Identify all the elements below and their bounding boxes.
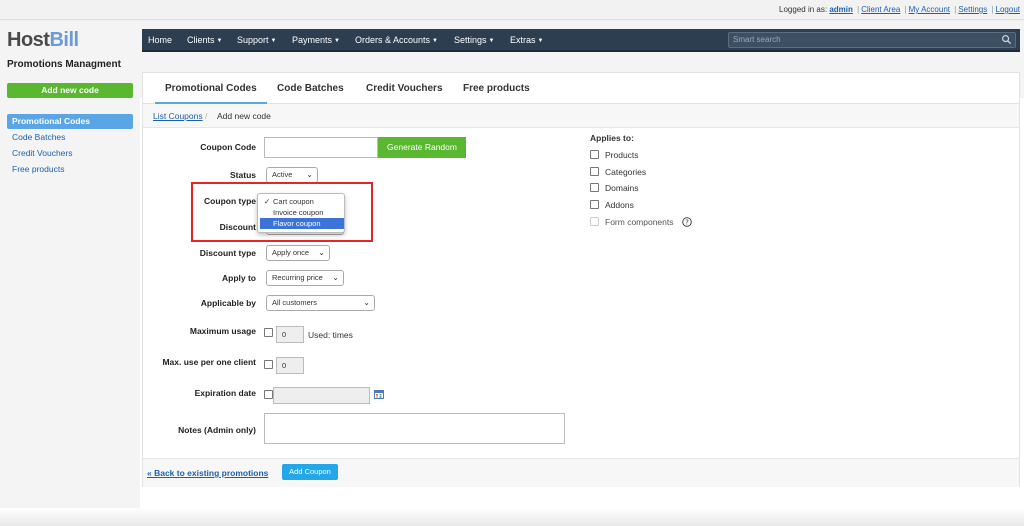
generate-random-button[interactable]: Generate Random — [378, 137, 466, 158]
applies-domains-checkbox[interactable] — [590, 183, 599, 192]
help-icon[interactable]: ? — [682, 217, 692, 227]
add-new-code-button[interactable]: Add new code — [7, 83, 133, 98]
expiration-date-checkbox[interactable] — [264, 390, 273, 399]
breadcrumb-list-coupons[interactable]: List Coupons — [153, 111, 203, 121]
form-footer: « Back to existing promotions Add Coupon — [143, 458, 1019, 487]
sidebar-item-code-batches[interactable]: Code Batches — [7, 130, 133, 145]
coupon-code-input[interactable] — [264, 137, 378, 158]
applies-form-components-checkbox[interactable] — [590, 217, 599, 226]
settings-link[interactable]: Settings — [958, 5, 987, 14]
nav-extras[interactable]: Extras ▼ — [510, 35, 543, 45]
magnifier-icon[interactable] — [1001, 34, 1012, 45]
chevron-down-icon: ⌄ — [318, 248, 325, 257]
logo[interactable]: HostBill — [7, 29, 79, 52]
sidebar: Add new code Promotional Codes Code Batc… — [0, 83, 140, 526]
applies-addons-checkbox[interactable] — [590, 200, 599, 209]
expiration-date-label: Expiration date — [194, 388, 256, 398]
caret-down-icon: ▼ — [488, 38, 495, 44]
nav-payments[interactable]: Payments ▼ — [292, 35, 340, 45]
calendar-icon[interactable] — [374, 389, 384, 399]
maximum-usage-label: Maximum usage — [189, 326, 256, 336]
client-area-link[interactable]: Client Area — [861, 5, 900, 14]
chevron-down-icon: ⌄ — [306, 170, 313, 179]
caret-down-icon: ▼ — [216, 38, 223, 44]
status-label: Status — [230, 170, 256, 180]
apply-to-select[interactable]: Recurring price ⌄ — [266, 270, 344, 286]
chevron-down-icon: ⌄ — [332, 273, 339, 282]
coupon-code-label: Coupon Code — [200, 142, 256, 152]
smart-search-input[interactable]: Smart search — [728, 32, 1016, 48]
page-title: Promotions Managment — [7, 59, 121, 70]
caret-down-icon: ▼ — [537, 38, 544, 44]
back-to-promotions-link[interactable]: « Back to existing promotions — [147, 468, 268, 478]
top-account-bar: Logged in as: admin | Client Area | My Acc… — [0, 0, 1024, 20]
max-per-client-checkbox[interactable] — [264, 360, 273, 369]
caret-down-icon: ▼ — [432, 38, 438, 44]
applies-products-checkbox[interactable] — [590, 150, 599, 159]
tab-free-products[interactable]: Free products — [453, 73, 540, 104]
nav-home[interactable]: Home — [148, 35, 172, 45]
nav-support[interactable]: Support ▼ — [237, 35, 276, 45]
add-coupon-button[interactable]: Add Coupon — [282, 464, 338, 480]
chevron-down-icon: ⌄ — [363, 298, 370, 307]
search-placeholder: Smart search — [733, 35, 781, 44]
svg-text:?: ? — [685, 219, 689, 227]
highlight-box — [191, 182, 373, 242]
applies-addons-label: Addons — [605, 200, 634, 210]
maximum-usage-input[interactable]: 0 — [276, 326, 304, 343]
used-times-text: Used: times — [308, 330, 353, 340]
sidebar-item-free-products[interactable]: Free products — [7, 162, 133, 177]
bottom-shade — [0, 508, 1024, 526]
tab-credit-vouchers[interactable]: Credit Vouchers — [356, 73, 453, 104]
max-per-client-input[interactable]: 0 — [276, 357, 304, 374]
discount-type-select[interactable]: Apply once ⌄ — [266, 245, 330, 261]
max-per-client-label: Max. use per one client — [162, 357, 256, 367]
tab-bar: Promotional Codes Code Batches Credit Vo… — [143, 73, 1019, 104]
status-select[interactable]: Active ⌄ — [266, 167, 318, 183]
applies-categories-label: Categories — [605, 167, 647, 177]
logout-link[interactable]: Logout — [996, 5, 1020, 14]
caret-down-icon: ▼ — [270, 38, 277, 44]
applicable-by-label: Applicable by — [200, 298, 256, 308]
breadcrumb-current: Add new code — [217, 111, 271, 121]
notes-textarea[interactable] — [264, 413, 565, 444]
breadcrumb: List Coupons / Add new code — [143, 104, 1019, 128]
maximum-usage-checkbox[interactable] — [264, 328, 273, 337]
applies-form-components-label: Form components — [605, 217, 674, 227]
apply-to-label: Apply to — [222, 273, 256, 283]
tab-code-batches[interactable]: Code Batches — [267, 73, 354, 104]
breadcrumb-separator: / — [205, 111, 208, 121]
expiration-date-input[interactable] — [273, 387, 370, 404]
applies-products-label: Products — [605, 150, 639, 160]
admin-user-link[interactable]: admin — [829, 5, 853, 14]
logged-in-label: Logged in as: — [779, 5, 828, 14]
applies-domains-label: Domains — [605, 183, 639, 193]
nav-clients[interactable]: Clients ▼ — [187, 35, 222, 45]
applies-to-title: Applies to: — [590, 133, 634, 143]
notes-label: Notes (Admin only) — [178, 425, 256, 435]
discount-type-label: Discount type — [199, 248, 256, 258]
main-nav: Home Clients ▼ Support ▼ Payments ▼ Orders … — [142, 29, 1020, 52]
sidebar-item-promotional-codes[interactable]: Promotional Codes — [7, 114, 133, 129]
applies-categories-checkbox[interactable] — [590, 167, 599, 176]
caret-down-icon: ▼ — [334, 38, 340, 44]
nav-settings[interactable]: Settings ▼ — [454, 35, 494, 45]
my-account-link[interactable]: My Account — [909, 5, 950, 14]
nav-orders-accounts[interactable]: Orders & Accounts ▼ — [355, 35, 438, 45]
tab-promotional-codes[interactable]: Promotional Codes — [155, 73, 267, 104]
sidebar-item-credit-vouchers[interactable]: Credit Vouchers — [7, 146, 133, 161]
applicable-by-select[interactable]: All customers ⌄ — [266, 295, 375, 311]
account-links: Logged in as: admin | Client Area | My Acc… — [779, 5, 1020, 14]
